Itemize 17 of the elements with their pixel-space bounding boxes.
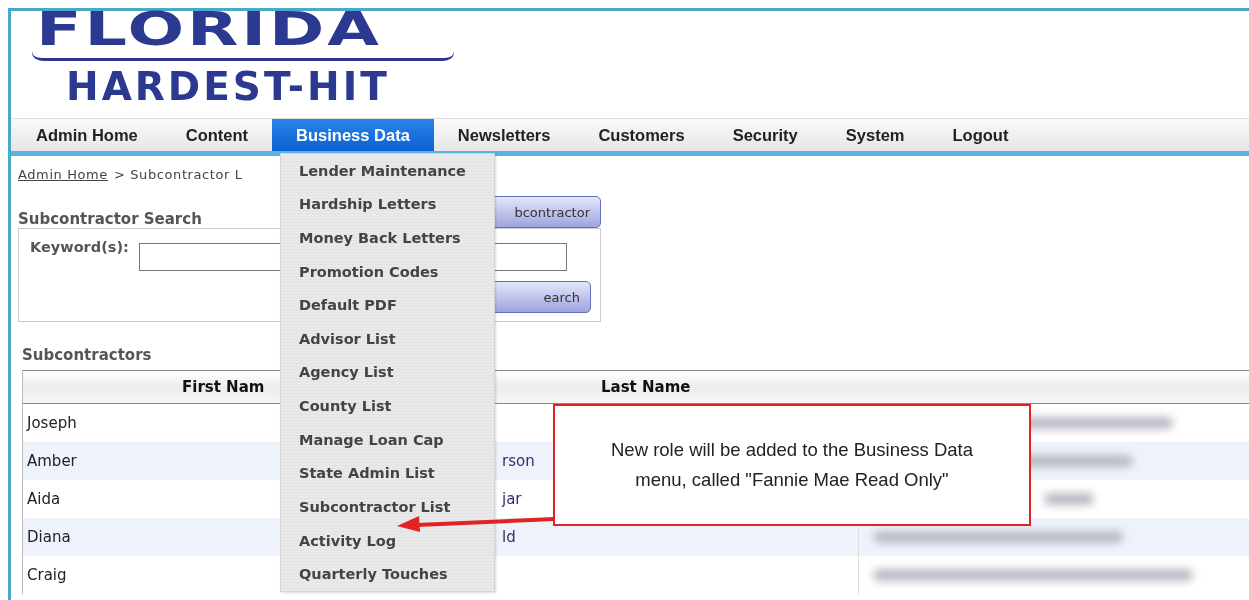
table-cell-text: Joseph [25,413,77,434]
logo-text: FLORIDA [36,11,382,47]
table-cell-text: Craig [26,565,67,586]
table-cell-text: jar [500,489,522,510]
keyword-label: Keyword(s): [30,239,129,255]
section-title: Subcontractor Search [18,210,202,228]
callout-text: New role will be added to the Business Data menu, called "Fannie Mae Read Only" [610,438,974,492]
table-cell-text: Diana [26,527,71,548]
table-cell-text: Amber [26,451,77,472]
breadcrumb-text: > Subcontractor L [113,166,243,182]
column-header: First Nam [181,377,265,398]
table-cell-text: rson [501,451,535,472]
table-cell-text: ld [501,527,516,548]
column-header: Last Name [600,377,691,398]
table-cell-text: Aida [26,489,61,510]
logo-text: HARDEST-HIT [66,67,390,107]
section-title: Subcontractors [22,346,152,364]
